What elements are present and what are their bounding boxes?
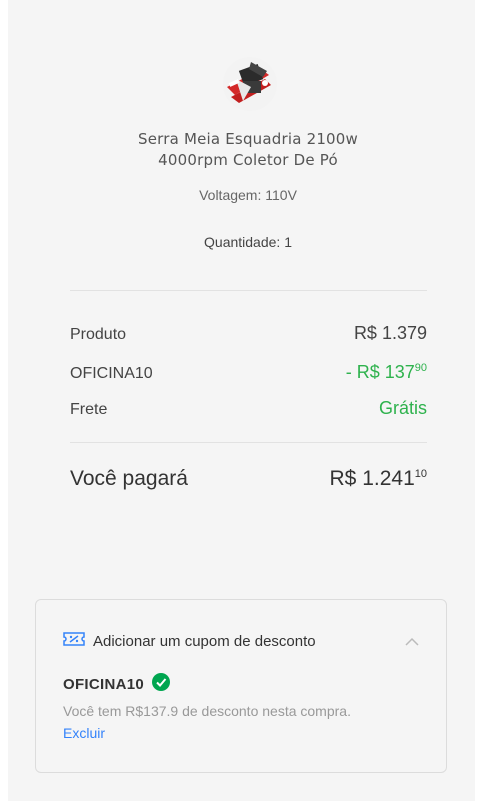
- product-variant: Voltagem: 110V: [199, 187, 297, 203]
- divider: [70, 442, 427, 443]
- coupon-discount-cents: 90: [414, 362, 427, 374]
- total-value-main: R$ 1.241: [329, 467, 415, 490]
- product-thumbnail: [221, 57, 279, 111]
- remove-coupon-link[interactable]: Excluir: [63, 725, 105, 741]
- total-value-cents: 10: [414, 468, 427, 480]
- total-label: Você pagará: [70, 467, 188, 490]
- product-title-line1: Serra Meia Esquadria 2100w: [137, 130, 359, 148]
- coupon-discount-label: OFICINA10: [70, 365, 153, 382]
- add-coupon-toggle[interactable]: Adicionar um cupom de desconto: [63, 631, 316, 652]
- applied-coupon-code: OFICINA10: [63, 676, 145, 693]
- chevron-up-icon[interactable]: [404, 634, 420, 652]
- product-price-label: Produto: [70, 326, 127, 343]
- summary-row-total: Você pagará R$ 1.24110: [70, 467, 427, 491]
- applied-coupon: OFICINA10: [63, 673, 171, 696]
- discount-message: Você tem R$137.9 de desconto nesta compr…: [63, 703, 351, 719]
- product-title: Serra Meia Esquadria 2100w 4000rpm Colet…: [68, 129, 428, 171]
- total-value: R$ 1.24110: [330, 467, 427, 491]
- product-quantity: Quantidade: 1: [204, 234, 292, 250]
- coupon-section: Adicionar um cupom de desconto OFICINA10…: [35, 599, 447, 773]
- product-title-line2: 4000rpm Coletor De Pó: [158, 151, 338, 169]
- shipping-label: Frete: [70, 401, 108, 418]
- shipping-value: Grátis: [378, 398, 427, 418]
- product-price-value: R$ 1.379: [353, 323, 427, 343]
- add-coupon-label: Adicionar um cupom de desconto: [93, 633, 316, 650]
- coupon-discount-main: - R$ 137: [345, 362, 415, 382]
- check-circle-icon: [152, 673, 171, 696]
- summary-row-product: Produto R$ 1.379: [70, 323, 427, 344]
- summary-row-shipping: Frete Grátis: [70, 398, 427, 419]
- coupon-ticket-icon: [63, 631, 85, 652]
- coupon-discount-value: - R$ 13790: [346, 362, 427, 383]
- summary-row-coupon: OFICINA10 - R$ 13790: [70, 362, 427, 383]
- divider: [70, 290, 427, 291]
